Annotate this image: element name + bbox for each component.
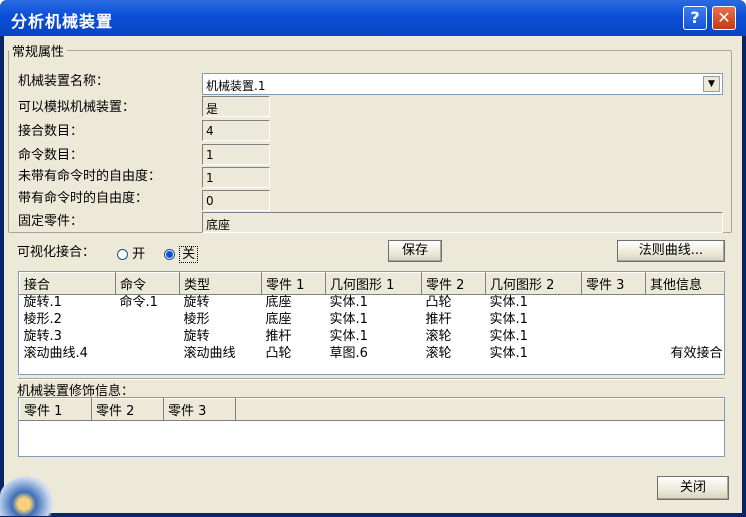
mechanism-name-value: 机械装置.1 (206, 79, 266, 93)
column-header[interactable]: 零件 1 (261, 272, 326, 295)
table-cell: 旋转.3 (23, 329, 62, 344)
chevron-down-icon[interactable]: ▼ (703, 76, 720, 92)
table-cell: 旋转 (183, 295, 210, 311)
table-cell (116, 346, 180, 363)
table-cell (646, 329, 725, 346)
mechanism-name-select[interactable]: 机械装置.1 ▼ (202, 73, 723, 95)
table-cell: 棱形.2 (23, 312, 62, 327)
table-cell: 实体.1 (489, 312, 528, 327)
table-cell: 底座 (265, 295, 292, 311)
column-header-filler (235, 398, 724, 421)
simulate-label: 可以模拟机械装置： (18, 100, 136, 115)
simulate-value: 是 (202, 96, 270, 117)
table-row[interactable]: 旋转.1 命令.1 旋转 底座 实体.1 凸轮 实体.1 (20, 295, 725, 312)
dialog-body: 常规属性 机械装置名称： 机械装置.1 ▼ 可以模拟机械装置： 是 接合数目： … (0, 36, 742, 516)
dof-with-commands-label: 带有命令时的自由度： (18, 191, 149, 206)
joints-count-label: 接合数目： (18, 124, 84, 139)
table-cell (116, 329, 180, 346)
column-header[interactable]: 几何图形 2 (485, 272, 582, 295)
column-header[interactable]: 零件 2 (421, 272, 486, 295)
laws-button[interactable]: 法则曲线... (617, 240, 725, 262)
help-button[interactable]: ? (683, 6, 707, 30)
table-cell: 滚动曲线 (183, 346, 236, 361)
table-cell: 命令.1 (119, 295, 158, 311)
table-cell: 旋转 (183, 329, 210, 344)
fixed-part-label: 固定零件： (18, 214, 84, 229)
close-icon: ✕ (717, 8, 731, 27)
dressup-table[interactable]: 零件 1 零件 2 零件 3 (18, 397, 725, 457)
table-cell: 滚轮 (425, 346, 452, 361)
joints-table-header: 接合 命令 类型 零件 1 几何图形 1 零件 2 几何图形 2 零件 3 其他… (19, 272, 724, 295)
table-cell (116, 312, 180, 329)
radio-off-icon (117, 249, 128, 260)
table-cell: 滚动曲线.4 (23, 346, 88, 361)
table-cell (582, 346, 646, 363)
visualize-on-radio[interactable]: 开 (117, 243, 145, 262)
radio-selected-icon (164, 249, 175, 260)
save-button[interactable]: 保存 (388, 240, 442, 262)
fixed-part-value: 底座 (202, 212, 723, 233)
table-cell: 实体.1 (329, 329, 368, 344)
catia-logo-icon (0, 476, 60, 516)
title-bar[interactable]: 分析机械装置 ? ✕ (0, 0, 746, 36)
table-cell: 棱形 (183, 312, 210, 327)
table-row[interactable]: 棱形.2 棱形 底座 实体.1 推杆 实体.1 (20, 312, 725, 329)
table-cell (582, 295, 646, 312)
table-row[interactable]: 滚动曲线.4 滚动曲线 凸轮 草图.6 滚轮 实体.1 有效接合 (20, 346, 725, 363)
dialog-window: 分析机械装置 ? ✕ 常规属性 机械装置名称： 机械装置.1 ▼ 可以模拟机械装… (0, 0, 746, 517)
table-cell: 实体.1 (489, 295, 528, 311)
table-cell: 旋转.1 (23, 295, 62, 311)
table-cell: 草图.6 (329, 346, 368, 361)
column-header[interactable]: 命令 (115, 272, 180, 295)
commands-count-value: 1 (202, 144, 270, 165)
table-cell: 滚轮 (425, 329, 452, 344)
visualize-on-label: 开 (132, 247, 146, 262)
table-cell: 实体.1 (489, 346, 528, 361)
table-cell: 凸轮 (425, 295, 452, 311)
visualize-off-radio[interactable]: 关 (164, 243, 199, 263)
table-cell (582, 329, 646, 346)
column-header[interactable]: 几何图形 1 (325, 272, 422, 295)
column-header[interactable]: 零件 3 (581, 272, 646, 295)
close-button[interactable]: 关闭 (657, 476, 729, 500)
column-header[interactable]: 零件 2 (91, 398, 164, 421)
table-cell: 底座 (265, 312, 292, 327)
table-cell: 推杆 (265, 329, 292, 344)
column-header[interactable]: 类型 (179, 272, 262, 295)
dof-without-commands-label: 未带有命令时的自由度： (18, 169, 162, 184)
table-cell: 实体.1 (329, 295, 368, 311)
table-cell: 推杆 (425, 312, 452, 327)
joints-table[interactable]: 接合 命令 类型 零件 1 几何图形 1 零件 2 几何图形 2 零件 3 其他… (18, 271, 725, 375)
table-row[interactable]: 旋转.3 旋转 推杆 实体.1 滚轮 实体.1 (20, 329, 725, 346)
visualize-off-label: 关 (179, 246, 199, 263)
table-cell (646, 295, 725, 312)
close-window-button[interactable]: ✕ (712, 6, 736, 30)
mechanism-name-label: 机械装置名称： (18, 74, 110, 89)
general-properties-legend: 常规属性 (12, 45, 65, 60)
column-header[interactable]: 零件 3 (163, 398, 236, 421)
column-header[interactable]: 接合 (19, 272, 116, 295)
table-cell: 实体.1 (329, 312, 368, 327)
window-title: 分析机械装置 (11, 12, 114, 31)
column-header[interactable]: 其他信息 (645, 272, 724, 295)
table-cell: 实体.1 (489, 329, 528, 344)
table-cell (646, 312, 725, 329)
visualize-joints-label: 可视化接合： (17, 245, 96, 260)
table-cell (582, 312, 646, 329)
dof-with-commands-value: 0 (202, 190, 270, 211)
help-icon: ? (690, 8, 700, 27)
table-cell: 凸轮 (265, 346, 292, 361)
joints-count-value: 4 (202, 120, 270, 141)
commands-count-label: 命令数目： (18, 148, 84, 163)
dressup-table-header: 零件 1 零件 2 零件 3 (19, 398, 724, 421)
dof-without-commands-value: 1 (202, 167, 270, 188)
table-cell: 有效接合 (670, 346, 723, 361)
column-header[interactable]: 零件 1 (19, 398, 92, 421)
